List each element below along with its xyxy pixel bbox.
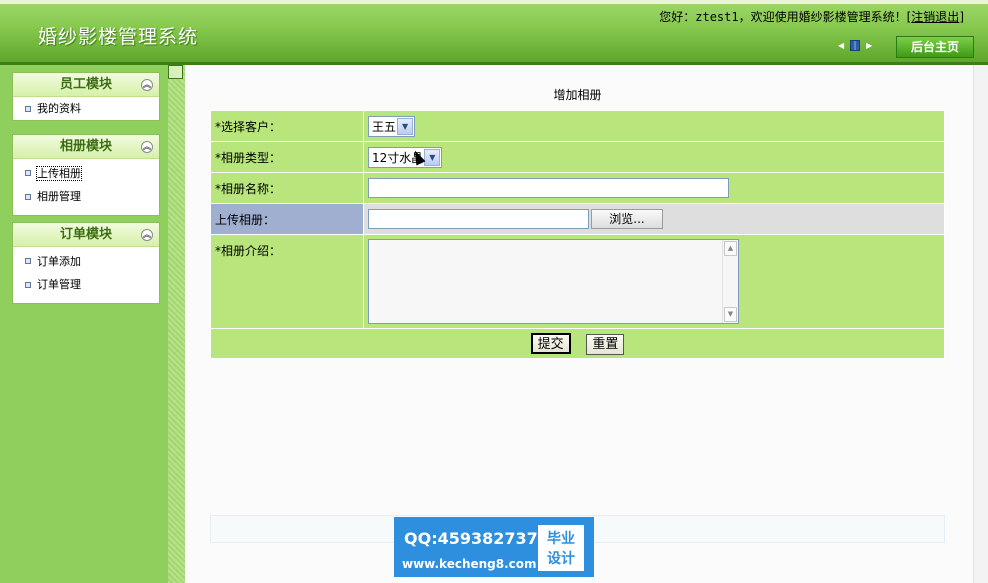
- watermark-badge: 毕业 设计: [538, 525, 584, 571]
- album-type-label: *相册类型：: [210, 141, 364, 173]
- sidebar-item-label: 相册管理: [37, 190, 81, 203]
- app-title: 婚纱影楼管理系统: [38, 26, 199, 48]
- sidebar-item-upload-album[interactable]: 上传相册: [13, 159, 159, 189]
- row-customer: *选择客户： 王五 ▼: [210, 110, 945, 142]
- intro-textarea[interactable]: ▲ ▼: [368, 239, 739, 324]
- collapse-icon[interactable]: ︽: [141, 141, 153, 153]
- file-path-input[interactable]: [368, 209, 589, 229]
- album-type-cell: 12寸水晶 ▼: [363, 141, 945, 173]
- username: ztest1: [695, 10, 739, 24]
- bullet-icon: [25, 106, 31, 112]
- panel-album-header[interactable]: 相册模块 ︽: [13, 135, 159, 159]
- panel-album-title: 相册模块: [59, 139, 112, 154]
- bullet-icon: [25, 194, 31, 200]
- chevron-down-icon[interactable]: ▼: [424, 148, 441, 166]
- watermark-qq: QQ:459382737: [404, 529, 538, 548]
- panel-staff-header[interactable]: 员工模块 ︽: [13, 73, 159, 97]
- scroll-up-icon[interactable]: ▲: [724, 241, 737, 256]
- customer-cell: 王五 ▼: [363, 110, 945, 142]
- splitter-toggle-icon[interactable]: [168, 65, 183, 79]
- album-name-input[interactable]: [368, 178, 729, 198]
- actions-cell: 提交 重置: [210, 328, 945, 359]
- watermark-site: www.kecheng8.com: [402, 557, 537, 571]
- bullet-icon: [25, 170, 31, 176]
- sidebar-item-label: 我的资料: [37, 102, 81, 115]
- reset-button[interactable]: 重置: [586, 333, 625, 355]
- album-type-select[interactable]: 12寸水晶 ▼: [368, 146, 443, 168]
- intro-label: *相册介绍：: [210, 234, 364, 329]
- upload-label: 上传相册：: [210, 203, 364, 235]
- row-upload: 上传相册： 浏览...: [210, 203, 945, 235]
- browse-button[interactable]: 浏览...: [591, 209, 663, 229]
- panel-album: 相册模块 ︽ 上传相册 相册管理: [12, 134, 160, 216]
- panel-order-title: 订单模块: [59, 227, 112, 242]
- welcome-message: 您好：ztest1，欢迎使用婚纱影楼管理系统！[注销退出]: [659, 8, 964, 25]
- submit-button[interactable]: 提交: [530, 332, 571, 354]
- bullet-icon: [25, 258, 31, 264]
- panel-order: 订单模块 ︽ 订单添加 订单管理: [12, 222, 160, 304]
- sidebar-item-label: 订单添加: [37, 255, 81, 268]
- watermark-badge-line2: 设计: [547, 551, 575, 567]
- row-album-type: *相册类型： 12寸水晶 ▼: [210, 141, 945, 173]
- sidebar-item-order-manage[interactable]: 订单管理: [13, 277, 159, 303]
- scroll-down-icon[interactable]: ▼: [724, 307, 737, 322]
- welcome-suffix: ，欢迎使用婚纱影楼管理系统！[: [738, 10, 912, 24]
- customer-label: *选择客户：: [210, 110, 364, 142]
- sidebar-splitter[interactable]: [168, 65, 185, 583]
- bullet-icon: [25, 282, 31, 288]
- row-actions: 提交 重置: [210, 328, 945, 359]
- app-header: 婚纱影楼管理系统 您好：ztest1，欢迎使用婚纱影楼管理系统！[注销退出] ◀…: [0, 0, 988, 62]
- next-arrow-icon[interactable]: ▶: [866, 41, 872, 50]
- album-name-cell: [363, 172, 945, 204]
- sidebar-item-my-profile[interactable]: 我的资料: [13, 97, 159, 120]
- customer-select-value: 王五: [372, 119, 397, 134]
- customer-select[interactable]: 王五 ▼: [368, 115, 416, 137]
- sidebar-item-label: 上传相册: [36, 166, 82, 181]
- home-button[interactable]: 后台主页: [896, 36, 974, 58]
- intro-cell: ▲ ▼: [363, 234, 945, 329]
- welcome-prefix: 您好：: [659, 10, 696, 24]
- watermark: QQ:459382737 www.kecheng8.com 毕业 设计: [394, 517, 594, 577]
- header-top-strip: [0, 0, 988, 4]
- row-intro: *相册介绍： ▲ ▼: [210, 234, 945, 329]
- logout-link[interactable]: 注销退出: [911, 10, 959, 24]
- collapse-icon[interactable]: ︽: [141, 229, 153, 241]
- sidebar-item-album-manage[interactable]: 相册管理: [13, 189, 159, 215]
- page-scrollbar[interactable]: [973, 65, 988, 583]
- welcome-end: ]: [959, 10, 964, 24]
- watermark-badge-line1: 毕业: [547, 531, 575, 547]
- prev-arrow-icon[interactable]: ◀: [838, 41, 844, 50]
- row-album-name: *相册名称：: [210, 172, 945, 204]
- form-title: 增加相册: [553, 88, 602, 102]
- sidebar-item-order-add[interactable]: 订单添加: [13, 247, 159, 277]
- book-icon[interactable]: [850, 40, 861, 51]
- panel-staff-title: 员工模块: [59, 77, 112, 92]
- header-nav: ◀ ▶: [838, 40, 872, 51]
- add-album-form: *选择客户： 王五 ▼ *相册类型： 12寸水晶 ▼ *相册名称： 上传相册： …: [210, 110, 945, 359]
- chevron-down-icon[interactable]: ▼: [397, 117, 414, 135]
- panel-staff: 员工模块 ︽ 我的资料: [12, 72, 160, 121]
- sidebar-item-label: 订单管理: [37, 278, 81, 291]
- textarea-scrollbar[interactable]: ▲ ▼: [722, 240, 738, 323]
- collapse-icon[interactable]: ︽: [141, 79, 153, 91]
- panel-order-header[interactable]: 订单模块 ︽: [13, 223, 159, 247]
- album-name-label: *相册名称：: [210, 172, 364, 204]
- upload-cell: 浏览...: [363, 203, 945, 235]
